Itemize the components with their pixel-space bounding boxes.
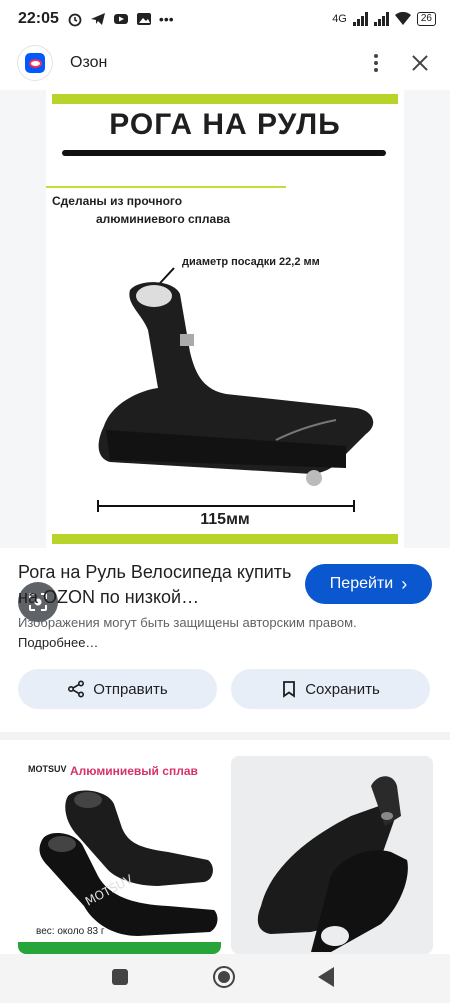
telegram-icon <box>90 13 105 25</box>
horn-photo-illustration <box>231 756 433 954</box>
green-bar-bottom <box>52 534 398 544</box>
share-icon <box>68 680 85 698</box>
ozon-logo <box>18 46 52 80</box>
share-label: Отправить <box>93 680 168 698</box>
bookmark-icon <box>283 681 296 698</box>
system-icons: 4G 26 <box>332 12 436 26</box>
copyright-notice: Изображения могут быть защищены авторски… <box>18 613 428 653</box>
goto-label: Перейти <box>329 575 394 592</box>
system-nav-bar <box>0 954 450 1003</box>
recents-button-icon[interactable] <box>112 969 128 985</box>
more-options-icon[interactable] <box>364 51 388 75</box>
share-button[interactable]: Отправить <box>18 669 217 709</box>
more-notifications-icon: ••• <box>158 11 174 27</box>
product-image: РОГА НА РУЛЬ Сделаны из прочного алюмини… <box>46 90 404 548</box>
save-label: Сохранить <box>305 680 380 698</box>
battery-indicator: 26 <box>416 12 436 26</box>
close-icon[interactable] <box>408 51 432 75</box>
alarm-icon <box>68 13 82 27</box>
app-header: Озон <box>0 38 450 88</box>
network-type: 4G <box>332 13 347 25</box>
chevron-right-icon: › <box>401 574 408 594</box>
signal-icon <box>352 12 368 26</box>
horn-pair-illustration: MOTSUV <box>39 790 218 936</box>
signal-2-icon <box>373 12 389 26</box>
image-viewer[interactable]: РОГА НА РУЛЬ Сделаны из прочного алюмини… <box>0 90 450 622</box>
green-strip <box>18 942 221 954</box>
related-image-2[interactable] <box>231 756 433 954</box>
youtube-icon <box>113 14 128 24</box>
section-divider <box>0 732 450 740</box>
handlebar-horn-illustration <box>97 267 374 512</box>
dimension-label: 115мм <box>200 511 250 528</box>
back-button-icon[interactable] <box>318 967 334 987</box>
save-button[interactable]: Сохранить <box>231 669 430 709</box>
result-title[interactable]: Рога на Руль Велосипеда купить на OZON п… <box>18 560 293 610</box>
more-link[interactable]: Подробнее… <box>18 635 98 650</box>
notification-icons: ••• <box>67 11 174 27</box>
related-image-1[interactable]: MOTSUV Алюминиевый сплав MOTSUV вес: око… <box>18 756 221 954</box>
copyright-text: Изображения могут быть защищены авторски… <box>18 615 357 630</box>
wifi-icon <box>394 12 411 25</box>
gallery-icon <box>136 13 151 25</box>
source-title: Озон <box>70 54 108 71</box>
weight-label: вес: около 83 г <box>36 926 105 937</box>
status-bar: 22:05 ••• 4G 26 <box>0 0 450 38</box>
status-time: 22:05 <box>18 10 59 27</box>
goto-button[interactable]: Перейти › <box>305 564 432 604</box>
home-button-icon[interactable] <box>213 966 235 988</box>
